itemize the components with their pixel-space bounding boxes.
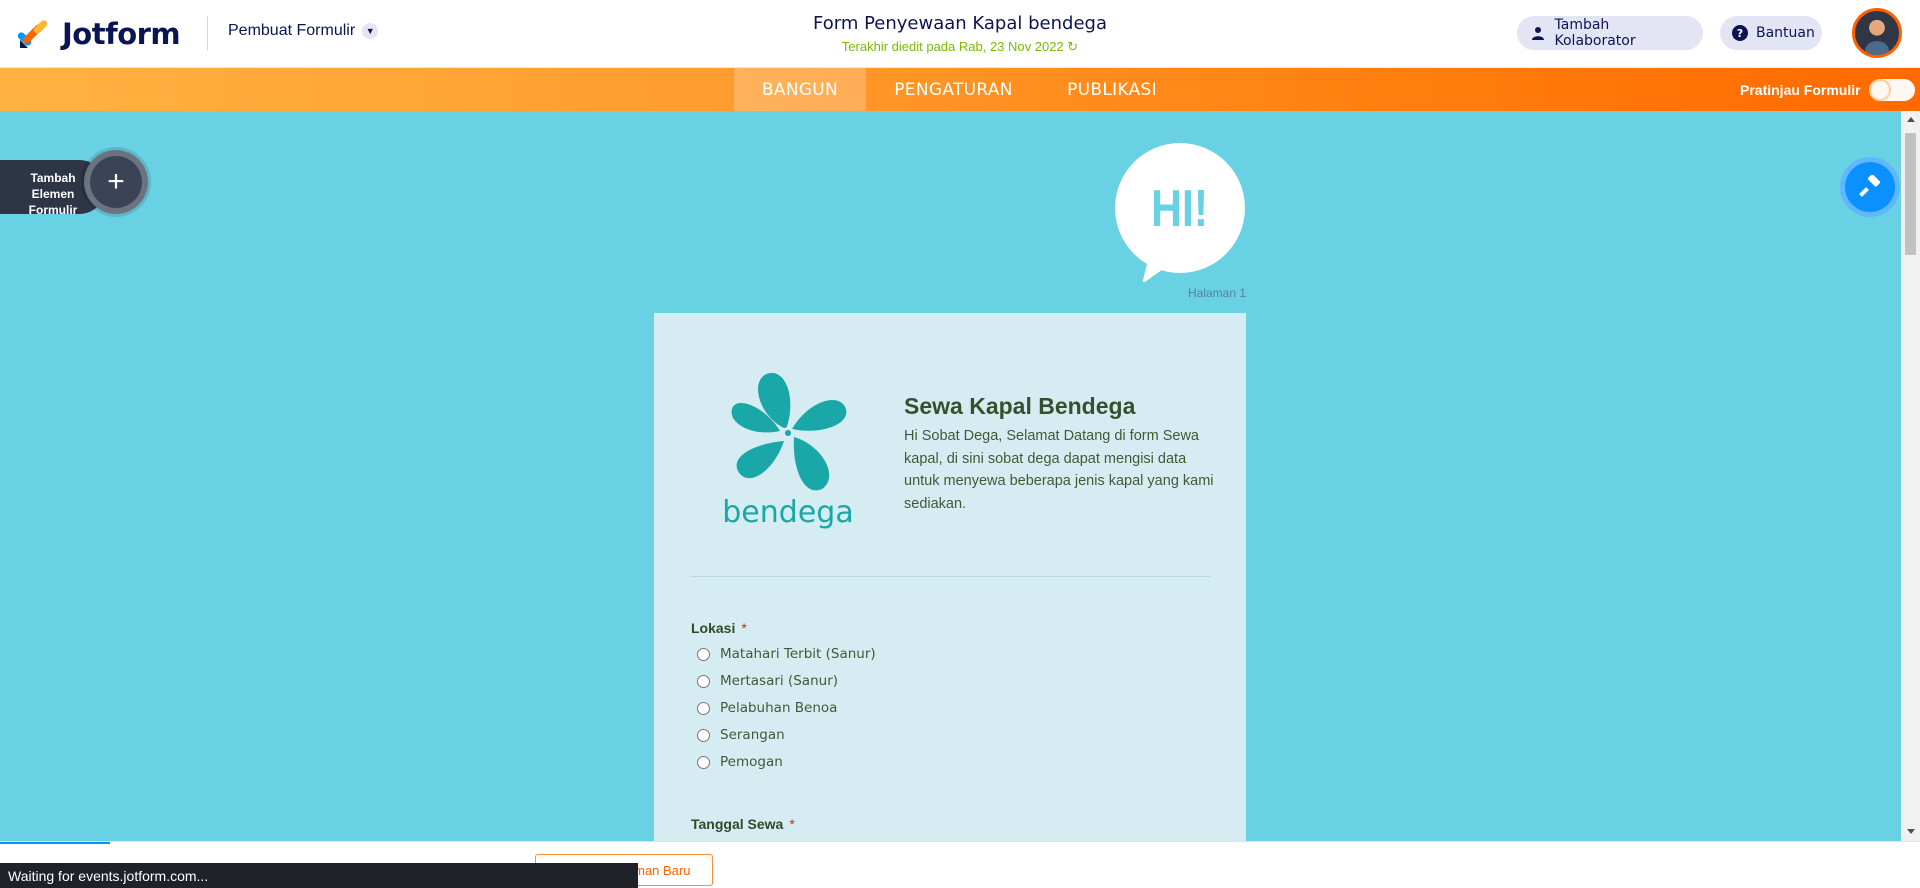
preview-toggle[interactable] <box>1868 78 1915 101</box>
bendega-logo: bendega <box>722 372 854 530</box>
plus-icon: + <box>107 165 125 198</box>
radio-button[interactable] <box>697 701 710 715</box>
jotform-logo-icon <box>18 20 48 48</box>
radio-option[interactable]: Matahari Terbit (Sanur) <box>697 646 876 662</box>
builder-menu-label: Pembuat Formulir <box>228 22 356 39</box>
page-welcome-bubble: HI! <box>1115 143 1245 282</box>
help-label: Bantuan <box>1756 25 1815 41</box>
add-element-label: Tambah Elemen Formulir <box>28 171 78 217</box>
browser-status-bar: Waiting for events.jotform.com... <box>0 863 638 888</box>
required-mark: * <box>741 620 747 636</box>
form-title[interactable]: Form Penyewaan Kapal bendega <box>760 13 1160 34</box>
tab-publish[interactable]: PUBLIKASI <box>1041 68 1183 111</box>
radio-button[interactable] <box>697 647 710 661</box>
help-button[interactable]: ? Bantuan <box>1720 16 1822 50</box>
question-icon: ? <box>1732 24 1748 42</box>
refresh-icon: ↻ <box>1067 39 1079 54</box>
paint-roller-icon <box>1859 175 1881 197</box>
preview-label: Pratinjau Formulir <box>1740 81 1861 98</box>
scroll-up-arrow-icon[interactable] <box>1907 117 1915 122</box>
form-preview-control: Pratinjau Formulir <box>1740 68 1915 111</box>
question-date-label[interactable]: Tanggal Sewa * <box>691 816 795 832</box>
logo-brand-text: bendega <box>722 495 853 530</box>
add-collaborator-label: Tambah Kolaborator <box>1554 17 1636 49</box>
brand-name: Jotform <box>62 17 181 51</box>
radio-button[interactable] <box>697 755 710 769</box>
last-edited-status: Terakhir diedit pada Rab, 23 Nov 2022 ↻ <box>760 39 1160 55</box>
radio-option-label: Pemogan <box>720 754 783 770</box>
question-location-text: Lokasi <box>691 620 736 636</box>
radio-option[interactable]: Serangan <box>697 727 785 743</box>
tab-settings[interactable]: PENGATURAN <box>866 68 1041 111</box>
chevron-down-icon: ▼ <box>362 23 379 39</box>
form-builder-menu[interactable]: Pembuat Formulir ▼ <box>228 22 379 40</box>
radio-button[interactable] <box>697 728 710 742</box>
add-element-button[interactable]: + <box>84 150 148 214</box>
question-location-label[interactable]: Lokasi * <box>691 620 747 636</box>
radio-option-label: Pelabuhan Benoa <box>720 700 838 716</box>
required-mark: * <box>789 816 795 832</box>
form-description[interactable]: Hi Sobat Dega, Selamat Datang di form Se… <box>904 425 1214 515</box>
radio-option[interactable]: Pelabuhan Benoa <box>697 700 837 716</box>
page-label: Halaman 1 <box>1187 286 1246 300</box>
radio-option-label: Mertasari (Sanur) <box>720 673 839 689</box>
active-page-indicator <box>0 842 110 844</box>
avatar[interactable] <box>1852 8 1902 58</box>
form-divider <box>691 576 1210 577</box>
question-date-text: Tanggal Sewa <box>691 816 784 832</box>
form-card: bendega Sewa Kapal Bendega Hi Sobat Dega… <box>654 313 1246 841</box>
top-header: Jotform Pembuat Formulir ▼ Form Penyewaa… <box>0 0 1920 68</box>
last-edited-text: Terakhir diedit pada Rab, 23 Nov 2022 <box>841 39 1064 54</box>
user-icon <box>1529 24 1547 42</box>
radio-option-label: Serangan <box>720 727 785 743</box>
add-collaborator-button[interactable]: Tambah Kolaborator <box>1517 16 1703 50</box>
jotform-logo[interactable]: Jotform <box>18 17 181 51</box>
bubble-text: HI! <box>1151 180 1208 238</box>
tab-build[interactable]: BANGUN <box>734 68 866 111</box>
radio-option[interactable]: Pemogan <box>697 754 783 770</box>
radio-button[interactable] <box>697 674 710 688</box>
form-heading[interactable]: Sewa Kapal Bendega <box>904 393 1135 420</box>
scroll-thumb[interactable] <box>1905 133 1916 255</box>
header-divider <box>207 16 208 50</box>
builder-nav-bar: BANGUN PENGATURAN PUBLIKASI Pratinjau Fo… <box>0 68 1920 111</box>
scroll-down-arrow-icon[interactable] <box>1907 829 1915 834</box>
radio-option[interactable]: Mertasari (Sanur) <box>697 673 838 689</box>
page-scrollbar[interactable] <box>1901 111 1920 841</box>
form-designer-button[interactable] <box>1840 157 1900 217</box>
radio-option-label: Matahari Terbit (Sanur) <box>720 646 876 662</box>
